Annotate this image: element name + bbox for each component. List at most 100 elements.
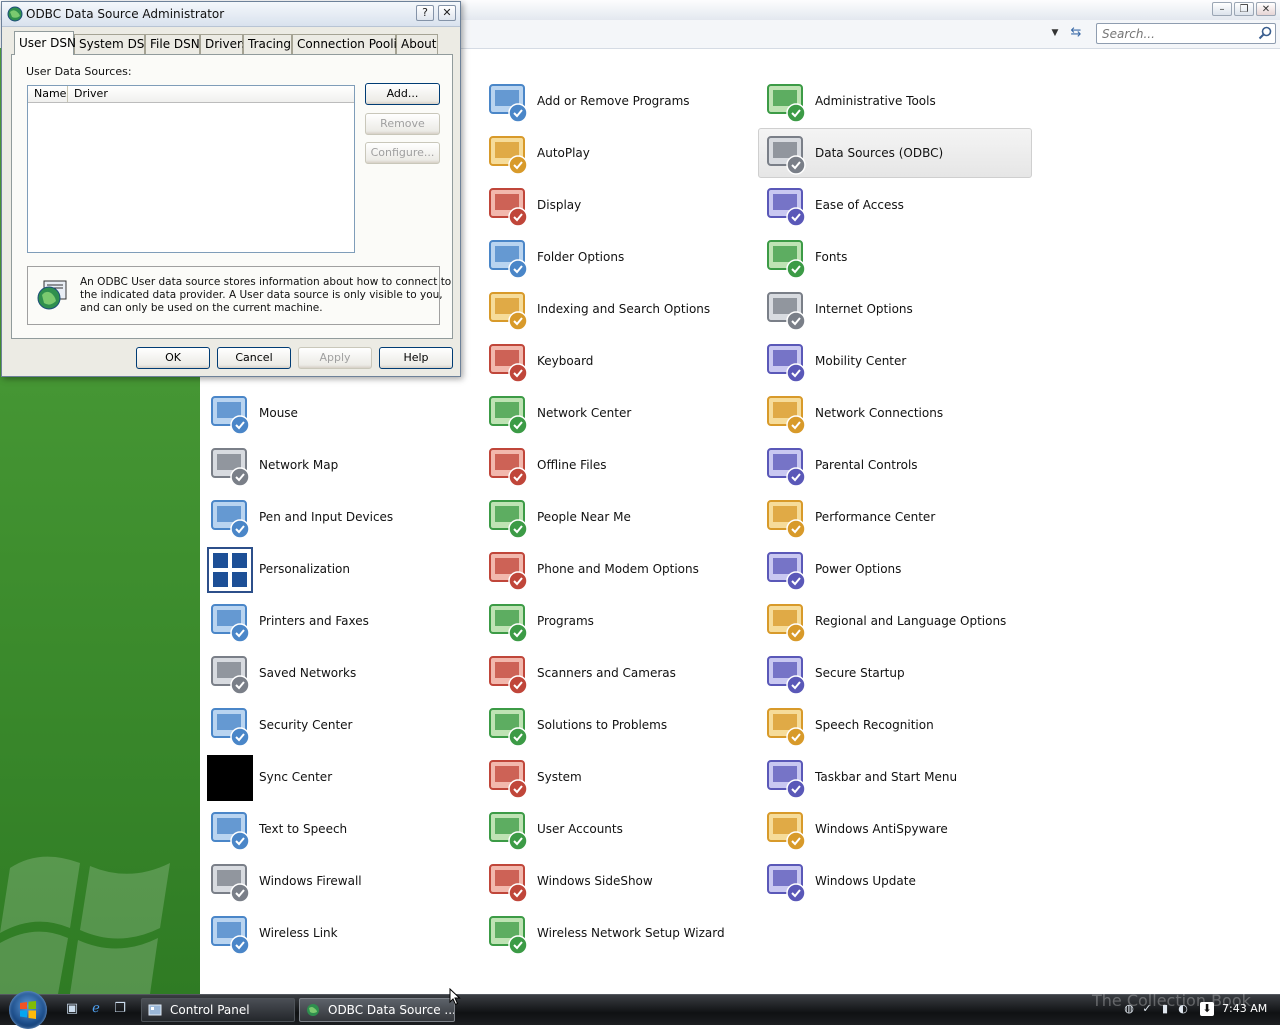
- cancel-button[interactable]: Cancel: [217, 347, 291, 369]
- taskbar-button-control-panel[interactable]: Control Panel: [141, 998, 295, 1022]
- control-panel-item[interactable]: Windows Firewall: [202, 856, 476, 906]
- control-panel-item[interactable]: Data Sources (ODBC): [758, 128, 1032, 178]
- control-panel-item[interactable]: Windows Update: [758, 856, 1032, 906]
- configure-button[interactable]: Configure...: [365, 142, 440, 164]
- control-panel-item[interactable]: System: [480, 752, 754, 802]
- tab-file-dsn[interactable]: File DSN: [145, 34, 200, 54]
- control-panel-item[interactable]: Sync Center: [202, 752, 476, 802]
- control-panel-item[interactable]: Solutions to Problems: [480, 700, 754, 750]
- add-button[interactable]: Add...: [365, 83, 440, 105]
- control-panel-item[interactable]: Display: [480, 180, 754, 230]
- control-panel-item[interactable]: Security Center: [202, 700, 476, 750]
- tab-user-dsn[interactable]: User DSN: [14, 31, 76, 55]
- tab-about[interactable]: About: [396, 34, 438, 54]
- control-panel-item-label: Scanners and Cameras: [537, 666, 676, 680]
- control-panel-item[interactable]: Mouse: [202, 388, 476, 438]
- column-header-driver[interactable]: Driver: [68, 86, 358, 102]
- control-panel-item[interactable]: Saved Networks: [202, 648, 476, 698]
- ease-of-access-icon: [763, 183, 809, 229]
- dialog-close-button[interactable]: ✕: [438, 5, 456, 21]
- show-desktop-icon[interactable]: ▣: [64, 1001, 80, 1017]
- control-panel-item[interactable]: Wireless Network Setup Wizard: [480, 908, 754, 958]
- ok-button[interactable]: OK: [136, 347, 210, 369]
- control-panel-item[interactable]: Indexing and Search Options: [480, 284, 754, 334]
- search-input[interactable]: [1102, 27, 1252, 41]
- control-panel-item-label: Security Center: [259, 718, 353, 732]
- control-panel-item[interactable]: Add or Remove Programs: [480, 76, 754, 126]
- control-panel-item[interactable]: Mobility Center: [758, 336, 1032, 386]
- control-panel-item[interactable]: Power Options: [758, 544, 1032, 594]
- taskbar: ▣ ℯ ❐ Control Panel ODBC Data Source ...…: [0, 991, 1280, 1029]
- control-panel-item[interactable]: Regional and Language Options: [758, 596, 1032, 646]
- control-panel-item[interactable]: Secure Startup: [758, 648, 1032, 698]
- security-center-icon: [207, 703, 253, 749]
- volume-tray-icon[interactable]: ◐: [1176, 1002, 1190, 1016]
- control-panel-item[interactable]: AutoPlay: [480, 128, 754, 178]
- lock-tray-icon[interactable]: ▮: [1158, 1002, 1172, 1016]
- control-panel-item[interactable]: Administrative Tools: [758, 76, 1032, 126]
- mouse-pointer-icon: [449, 988, 461, 1006]
- control-panel-item[interactable]: Network Center: [480, 388, 754, 438]
- control-panel-item[interactable]: Scanners and Cameras: [480, 648, 754, 698]
- address-dropdown-icon[interactable]: ▼: [1048, 28, 1062, 40]
- control-panel-item-label: Programs: [537, 614, 594, 628]
- control-panel-item[interactable]: Keyboard: [480, 336, 754, 386]
- refresh-icon[interactable]: ⇆: [1068, 25, 1084, 41]
- control-panel-item[interactable]: Internet Options: [758, 284, 1032, 334]
- info-box: An ODBC User data source stores informat…: [27, 266, 452, 325]
- control-panel-item[interactable]: Network Map: [202, 440, 476, 490]
- apply-button[interactable]: Apply: [298, 347, 372, 369]
- control-panel-item[interactable]: Pen and Input Devices: [202, 492, 476, 542]
- control-panel-item-label: Wireless Link: [259, 926, 338, 940]
- control-panel-item[interactable]: Personalization: [202, 544, 476, 594]
- tab-system-dsn[interactable]: System DSN: [74, 34, 153, 54]
- control-panel-item[interactable]: Offline Files: [480, 440, 754, 490]
- help-button[interactable]: Help: [379, 347, 453, 369]
- control-panel-item[interactable]: Phone and Modem Options: [480, 544, 754, 594]
- control-panel-item[interactable]: Wireless Link: [202, 908, 476, 958]
- tab-connection-pooling[interactable]: Connection Pooling: [292, 34, 412, 54]
- control-panel-item[interactable]: Fonts: [758, 232, 1032, 282]
- minimize-button[interactable]: –: [1212, 2, 1232, 16]
- control-panel-item[interactable]: Network Connections: [758, 388, 1032, 438]
- download-tray-icon[interactable]: ⬇: [1200, 1002, 1214, 1016]
- control-panel-item[interactable]: Windows AntiSpyware: [758, 804, 1032, 854]
- control-panel-item-label: Network Center: [537, 406, 632, 420]
- info-text: An ODBC User data source stores informat…: [80, 276, 452, 315]
- control-panel-item[interactable]: Ease of Access: [758, 180, 1032, 230]
- control-panel-item[interactable]: Folder Options: [480, 232, 754, 282]
- remove-button[interactable]: Remove: [365, 113, 440, 135]
- search-icon[interactable]: [1258, 26, 1272, 40]
- network-tray-icon[interactable]: ◍: [1122, 1002, 1136, 1016]
- info-line: An ODBC User data source stores informat…: [80, 276, 452, 288]
- control-panel-item-label: Administrative Tools: [815, 94, 936, 108]
- control-panel-item[interactable]: Taskbar and Start Menu: [758, 752, 1032, 802]
- control-panel-item[interactable]: Parental Controls: [758, 440, 1032, 490]
- user-data-sources-list[interactable]: Name Driver: [27, 85, 355, 253]
- tab-drivers[interactable]: Drivers: [200, 34, 248, 54]
- control-panel-item[interactable]: Windows SideShow: [480, 856, 754, 906]
- control-panel-item[interactable]: Speech Recognition: [758, 700, 1032, 750]
- internet-explorer-icon[interactable]: ℯ: [88, 1001, 104, 1017]
- switch-windows-icon[interactable]: ❐: [112, 1001, 128, 1017]
- personalization-icon: [207, 547, 253, 593]
- search-box[interactable]: [1096, 23, 1276, 44]
- control-panel-item[interactable]: Text to Speech: [202, 804, 476, 854]
- dialog-help-button[interactable]: ?: [416, 5, 434, 21]
- tab-tracing[interactable]: Tracing: [243, 34, 292, 54]
- parental-controls-icon: [763, 443, 809, 489]
- security-tray-icon[interactable]: ✓: [1140, 1002, 1154, 1016]
- windows-update-icon: [763, 859, 809, 905]
- data-sources-odbc-icon: [763, 131, 809, 177]
- control-panel-item[interactable]: User Accounts: [480, 804, 754, 854]
- close-button[interactable]: ✕: [1256, 2, 1276, 16]
- control-panel-item[interactable]: Printers and Faxes: [202, 596, 476, 646]
- taskbar-button-odbc[interactable]: ODBC Data Source ...: [299, 998, 455, 1022]
- restore-button[interactable]: ❐: [1234, 2, 1254, 16]
- start-button[interactable]: [9, 991, 47, 1029]
- control-panel-item-label: Windows Firewall: [259, 874, 362, 888]
- control-panel-item[interactable]: Programs: [480, 596, 754, 646]
- control-panel-item[interactable]: Performance Center: [758, 492, 1032, 542]
- control-panel-item[interactable]: People Near Me: [480, 492, 754, 542]
- column-header-name[interactable]: Name: [28, 86, 68, 102]
